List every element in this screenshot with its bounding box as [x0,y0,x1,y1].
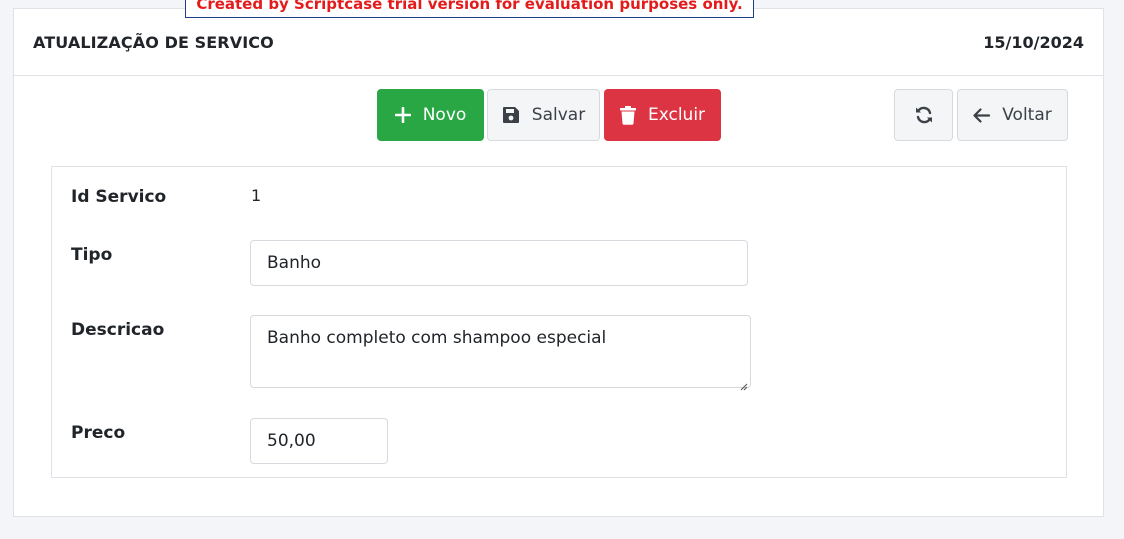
tipo-input[interactable]: Banho [250,240,748,286]
id-servico-value: 1 [251,186,262,205]
floppy-disk-icon [502,106,520,124]
preco-label: Preco [71,423,126,443]
excluir-label: Excluir [647,105,706,125]
refresh-icon [914,105,934,125]
voltar-label: Voltar [1002,105,1052,125]
plus-icon [394,107,411,123]
novo-label: Novo [422,105,467,125]
textarea-resize-handle[interactable] [739,376,748,391]
salvar-button[interactable]: Salvar [487,89,600,141]
trial-version-banner: Created by Scriptcase trial version for … [185,0,754,18]
salvar-label: Salvar [531,105,586,125]
preco-input[interactable]: 50,00 [250,418,388,464]
trash-icon [619,105,636,125]
excluir-button[interactable]: Excluir [604,89,721,141]
descricao-label: Descricao [71,320,165,340]
voltar-button[interactable]: Voltar [957,89,1068,141]
descricao-textarea[interactable]: Banho completo com shampoo especial [250,315,751,388]
form-panel: ATUALIZAÇÃO DE SERVICO 15/10/2024 Novo S… [13,8,1104,517]
id-servico-label: Id Servico [71,187,167,207]
form-fields: Id Servico 1 Tipo Banho Descricao Banho … [51,166,1067,478]
novo-button[interactable]: Novo [377,89,484,141]
panel-header: ATUALIZAÇÃO DE SERVICO 15/10/2024 [14,9,1103,76]
page-title: ATUALIZAÇÃO DE SERVICO [33,33,274,52]
arrow-left-icon [973,107,991,123]
header-date: 15/10/2024 [983,33,1084,52]
refresh-button[interactable] [894,89,953,141]
tipo-label: Tipo [71,245,113,265]
